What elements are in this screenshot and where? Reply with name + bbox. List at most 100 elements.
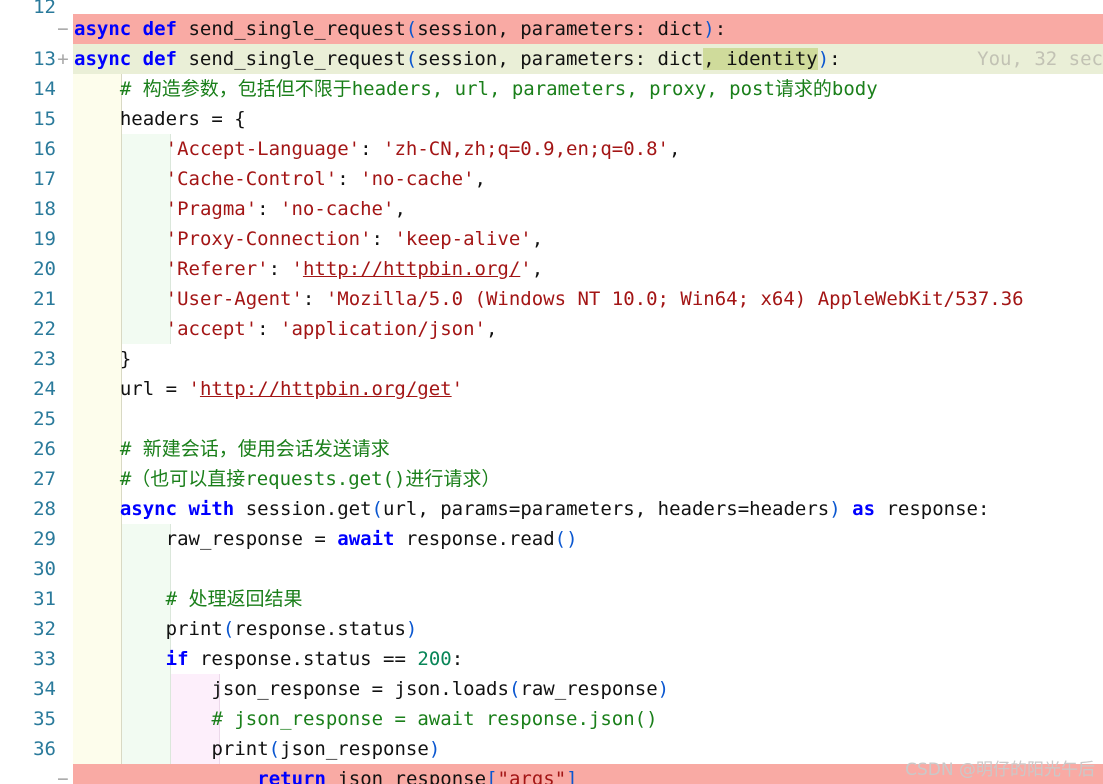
code-text: 'Referer': 'http://httpbin.org/',	[165, 258, 544, 280]
code-line[interactable]: 15 headers = {	[0, 104, 1103, 134]
code-line[interactable]: 19 'Proxy-Connection': 'keep-alive',	[0, 224, 1103, 254]
code-line-content[interactable]: 'Proxy-Connection': 'keep-alive',	[73, 224, 1103, 254]
line-number: 28	[33, 498, 56, 520]
code-line-content[interactable]: # 新建会话，使用会话发送请求	[73, 434, 1103, 464]
line-number-gutter[interactable]: 34	[0, 674, 73, 704]
code-line[interactable]: 26 # 新建会话，使用会话发送请求	[0, 434, 1103, 464]
code-line[interactable]: 25	[0, 404, 1103, 434]
line-number-gutter[interactable]: 28	[0, 494, 73, 524]
code-line[interactable]: 23 }	[0, 344, 1103, 374]
code-line-content[interactable]	[73, 404, 1103, 434]
code-line-content[interactable]: async def send_single_request(session, p…	[73, 14, 1103, 44]
code-text: 'User-Agent': 'Mozilla/5.0 (Windows NT 1…	[165, 288, 1024, 310]
code-line[interactable]: 24 url = 'http://httpbin.org/get'	[0, 374, 1103, 404]
line-number: 21	[33, 288, 56, 310]
code-lines-container: 12− async def send_single_request(session…	[0, 0, 1103, 784]
code-line-content[interactable]: 'accept': 'application/json',	[73, 314, 1103, 344]
code-text: print(json_response)	[211, 738, 441, 760]
line-number-gutter[interactable]: 33	[0, 644, 73, 674]
line-number-gutter[interactable]: 27	[0, 464, 73, 494]
code-line-content[interactable]	[73, 554, 1103, 584]
code-line[interactable]: 27 #（也可以直接requests.get()进行请求）	[0, 464, 1103, 494]
line-number: 25	[33, 408, 56, 430]
diff-removed-marker: −	[57, 768, 69, 784]
code-line-content[interactable]: async with session.get(url, params=param…	[73, 494, 1103, 524]
code-line-content[interactable]: }	[73, 344, 1103, 374]
code-line-content[interactable]: json_response = json.loads(raw_response)	[73, 674, 1103, 704]
line-number-gutter[interactable]: 20	[0, 254, 73, 284]
code-line-content[interactable]: 'Cache-Control': 'no-cache',	[73, 164, 1103, 194]
code-line-content[interactable]: #（也可以直接requests.get()进行请求）	[73, 464, 1103, 494]
line-number-gutter[interactable]: 23	[0, 344, 73, 374]
code-text: 'Pragma': 'no-cache',	[165, 198, 406, 220]
code-line-content[interactable]: # 处理返回结果	[73, 584, 1103, 614]
line-number-gutter[interactable]: 19	[0, 224, 73, 254]
line-number-gutter[interactable]: 22	[0, 314, 73, 344]
code-text: # 构造参数，包括但不限于headers, url, parameters, p…	[119, 78, 878, 100]
code-line[interactable]: − async def send_single_request(session, …	[0, 14, 1103, 44]
code-line-content[interactable]	[73, 0, 1103, 14]
line-number: 13	[33, 48, 56, 70]
code-line[interactable]: 18 'Pragma': 'no-cache',	[0, 194, 1103, 224]
code-text: #（也可以直接requests.get()进行请求）	[119, 468, 501, 490]
line-number-gutter[interactable]: 18	[0, 194, 73, 224]
code-line[interactable]: 14 # 构造参数，包括但不限于headers, url, parameters…	[0, 74, 1103, 104]
line-number-gutter[interactable]: 26	[0, 434, 73, 464]
code-line[interactable]: 20 'Referer': 'http://httpbin.org/',	[0, 254, 1103, 284]
line-number-gutter[interactable]: 14	[0, 74, 73, 104]
code-line[interactable]: 13 + async def send_single_request(session…	[0, 44, 1103, 74]
line-number-gutter[interactable]: 25	[0, 404, 73, 434]
code-line[interactable]: 35 # json_response = await response.json…	[0, 704, 1103, 734]
code-line[interactable]: 33 if response.status == 200:	[0, 644, 1103, 674]
line-number: 20	[33, 258, 56, 280]
code-line-content[interactable]: headers = {	[73, 104, 1103, 134]
code-line-content[interactable]: async def send_single_request(session, p…	[73, 44, 1103, 74]
code-line[interactable]: 30	[0, 554, 1103, 584]
code-text: async def send_single_request(session, p…	[74, 48, 841, 70]
code-line-content[interactable]: # json_response = await response.json()	[73, 704, 1103, 734]
code-text: headers = {	[119, 108, 246, 130]
code-line[interactable]: 28 async with session.get(url, params=pa…	[0, 494, 1103, 524]
line-number: 30	[33, 558, 56, 580]
line-number-gutter[interactable]: 32	[0, 614, 73, 644]
indent-guide-band	[73, 554, 122, 584]
line-number: 36	[33, 738, 56, 760]
line-number-gutter[interactable]: 13 +	[0, 44, 73, 74]
line-number-gutter[interactable]: 12	[0, 0, 73, 14]
code-line-content[interactable]: # 构造参数，包括但不限于headers, url, parameters, p…	[73, 74, 1103, 104]
line-number-gutter[interactable]: −	[0, 14, 73, 44]
line-number-gutter[interactable]: 35	[0, 704, 73, 734]
line-number: 26	[33, 438, 56, 460]
line-number-gutter[interactable]: 21	[0, 284, 73, 314]
code-line[interactable]: 32 print(response.status)	[0, 614, 1103, 644]
code-line-content[interactable]: if response.status == 200:	[73, 644, 1103, 674]
code-line[interactable]: 16 'Accept-Language': 'zh-CN,zh;q=0.9,en…	[0, 134, 1103, 164]
code-line-content[interactable]: raw_response = await response.read()	[73, 524, 1103, 554]
line-number: 16	[33, 138, 56, 160]
line-number-gutter[interactable]: 24	[0, 374, 73, 404]
line-number-gutter[interactable]: 31	[0, 584, 73, 614]
line-number-gutter[interactable]: −	[0, 764, 73, 784]
code-line-content[interactable]: url = 'http://httpbin.org/get'	[73, 374, 1103, 404]
line-number-gutter[interactable]: 36	[0, 734, 73, 764]
code-line-content[interactable]: 'Referer': 'http://httpbin.org/',	[73, 254, 1103, 284]
code-diff-editor[interactable]: 12− async def send_single_request(session…	[0, 0, 1103, 784]
code-line[interactable]: 22 'accept': 'application/json',	[0, 314, 1103, 344]
line-number-gutter[interactable]: 30	[0, 554, 73, 584]
code-line[interactable]: 29 raw_response = await response.read()	[0, 524, 1103, 554]
line-number-gutter[interactable]: 15	[0, 104, 73, 134]
code-line-content[interactable]: 'Pragma': 'no-cache',	[73, 194, 1103, 224]
code-line-content[interactable]: 'User-Agent': 'Mozilla/5.0 (Windows NT 1…	[73, 284, 1103, 314]
line-number-gutter[interactable]: 17	[0, 164, 73, 194]
code-text: 'Proxy-Connection': 'keep-alive',	[165, 228, 544, 250]
code-line[interactable]: 21 'User-Agent': 'Mozilla/5.0 (Windows N…	[0, 284, 1103, 314]
code-line[interactable]: 31 # 处理返回结果	[0, 584, 1103, 614]
code-line[interactable]: 12	[0, 0, 1103, 14]
code-line-content[interactable]: print(response.status)	[73, 614, 1103, 644]
line-number-gutter[interactable]: 16	[0, 134, 73, 164]
code-line-content[interactable]: 'Accept-Language': 'zh-CN,zh;q=0.9,en;q=…	[73, 134, 1103, 164]
code-line[interactable]: 17 'Cache-Control': 'no-cache',	[0, 164, 1103, 194]
code-line[interactable]: 34 json_response = json.loads(raw_respon…	[0, 674, 1103, 704]
line-number: 29	[33, 528, 56, 550]
line-number-gutter[interactable]: 29	[0, 524, 73, 554]
